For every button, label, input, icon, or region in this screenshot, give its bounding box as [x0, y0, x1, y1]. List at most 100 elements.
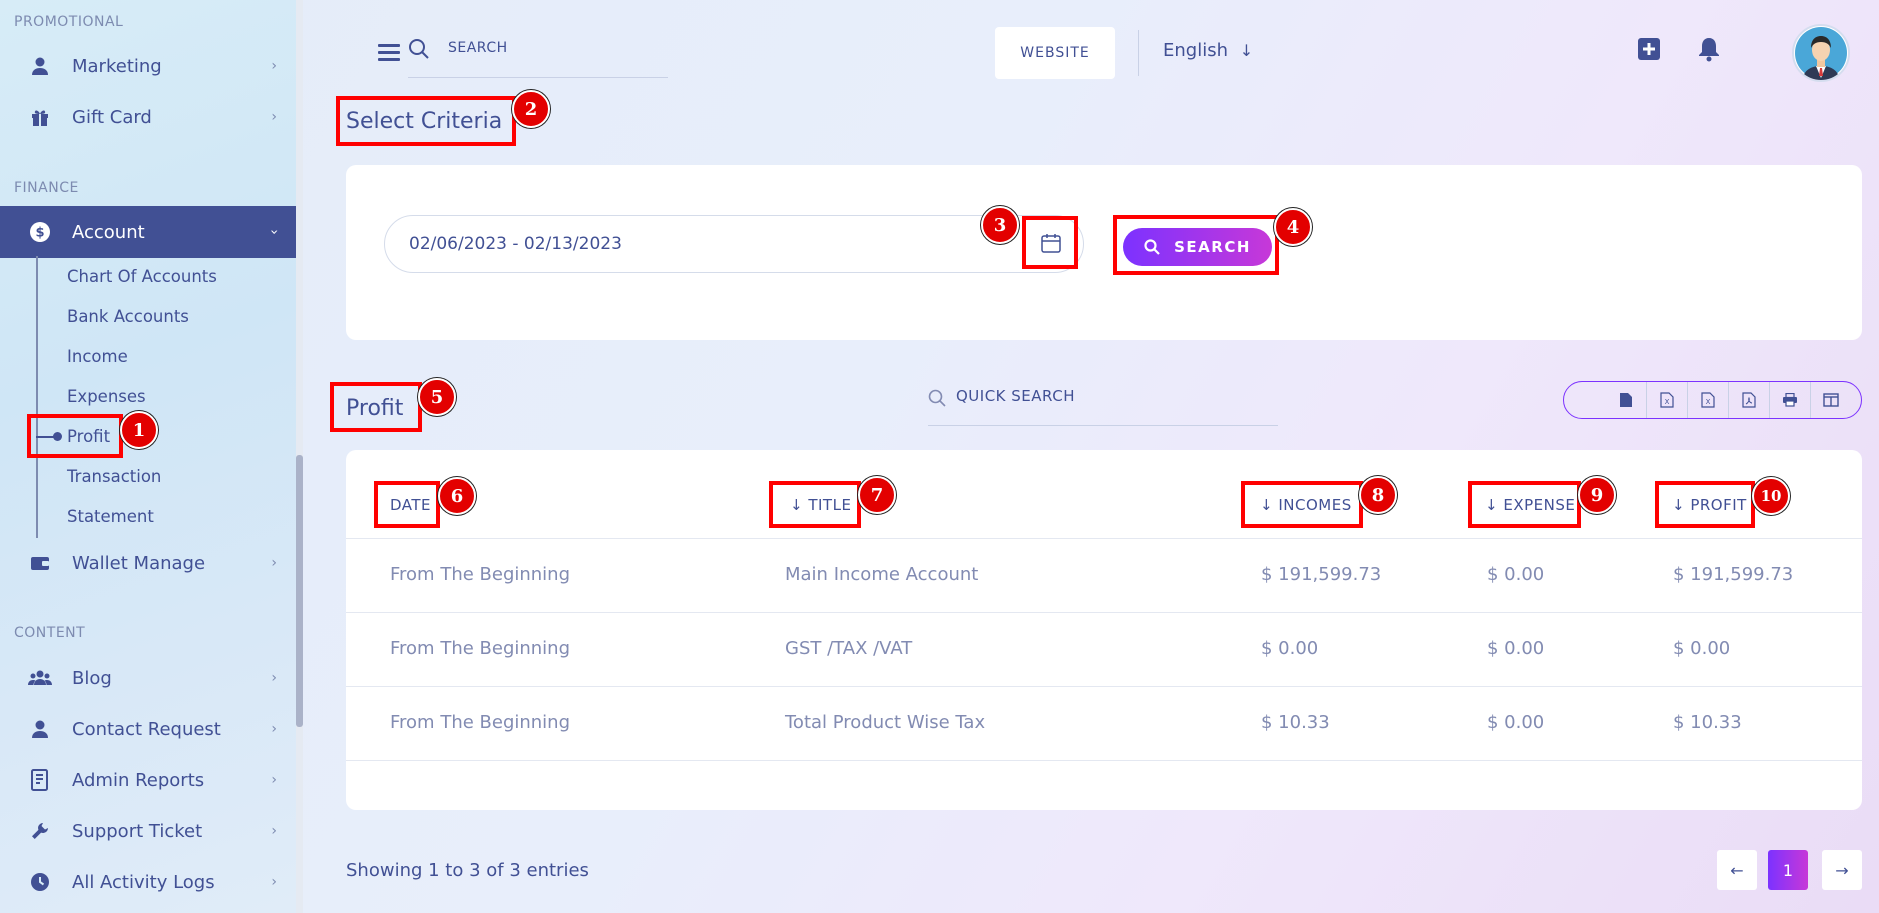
sidebar-item-blog[interactable]: Blog › [0, 654, 303, 702]
section-title-finance: FINANCE [14, 180, 79, 196]
entries-info: Showing 1 to 3 of 3 entries [346, 860, 589, 881]
annotation-box-5 [330, 382, 422, 432]
pdf-icon[interactable] [1728, 382, 1769, 418]
dollar-circle-icon: $ [28, 220, 52, 244]
cell-profit: $ 0.00 [1673, 638, 1731, 659]
sidebar-item-all-activity-logs[interactable]: All Activity Logs › [0, 858, 303, 906]
page-button-1[interactable]: 1 [1768, 850, 1808, 890]
cell-title: GST /TAX /VAT [785, 638, 913, 659]
sidebar-subitem-expenses[interactable]: Expenses [67, 387, 146, 406]
chevron-right-icon: › [271, 109, 277, 125]
excel-icon[interactable]: X [1646, 382, 1687, 418]
cell-title: Main Income Account [785, 564, 979, 585]
user-icon [28, 54, 52, 78]
search-icon [408, 38, 430, 64]
sidebar-item-label: Gift Card [72, 106, 152, 128]
sidebar-subitem-chart-of-accounts[interactable]: Chart Of Accounts [67, 267, 217, 286]
annotation-badge-7: 7 [858, 476, 896, 514]
annotation-badge-10: 10 [1752, 477, 1790, 515]
search-icon [928, 389, 946, 407]
top-search-bar [408, 30, 668, 78]
annotation-badge-8: 8 [1359, 476, 1397, 514]
sidebar-item-label: Contact Request [72, 718, 221, 740]
sidebar-item-marketing[interactable]: Marketing › [0, 42, 303, 90]
annotation-box-4 [1113, 215, 1279, 275]
submenu-line [36, 256, 38, 538]
svg-text:X: X [1665, 398, 1670, 406]
prev-page-button[interactable]: ← [1717, 850, 1757, 890]
export-button-group: X X [1563, 381, 1862, 419]
cell-profit: $ 191,599.73 [1673, 564, 1794, 585]
cell-date: From The Beginning [390, 564, 571, 585]
cell-date: From The Beginning [390, 712, 571, 733]
arrow-down-icon: ↓ [1239, 41, 1254, 60]
top-search-input[interactable] [448, 40, 658, 56]
language-selector[interactable]: English ↓ [1163, 40, 1253, 61]
date-range-field[interactable]: 02/06/2023 - 02/13/2023 [384, 215, 1084, 273]
chevron-right-icon: › [271, 58, 277, 74]
add-square-icon[interactable] [1637, 37, 1661, 65]
sidebar-item-admin-reports[interactable]: Admin Reports › [0, 756, 303, 804]
cell-expense: $ 0.00 [1487, 638, 1545, 659]
section-title-promotional: PROMOTIONAL [14, 14, 124, 30]
sidebar-item-contact-request[interactable]: Contact Request › [0, 705, 303, 753]
svg-text:$: $ [35, 226, 44, 241]
csv-icon[interactable]: X [1687, 382, 1728, 418]
sidebar-item-label: Wallet Manage [72, 552, 206, 574]
sidebar-item-label: Admin Reports [72, 769, 205, 791]
sidebar-item-gift-card[interactable]: Gift Card › [0, 93, 303, 141]
annotation-box-3 [1022, 216, 1078, 269]
website-button[interactable]: WEBSITE [995, 27, 1115, 79]
date-range-value: 02/06/2023 - 02/13/2023 [409, 234, 622, 254]
hamburger-menu-icon[interactable] [378, 44, 400, 61]
copy-icon[interactable] [1605, 382, 1646, 418]
sidebar-item-label: Marketing [72, 55, 162, 77]
sidebar-subitem-bank-accounts[interactable]: Bank Accounts [67, 307, 189, 326]
gift-icon [28, 105, 52, 129]
cell-date: From The Beginning [390, 638, 571, 659]
wallet-icon [28, 551, 52, 575]
chevron-right-icon: › [271, 823, 277, 839]
annotation-box-7 [769, 481, 861, 528]
cell-incomes: $ 0.00 [1261, 638, 1319, 659]
row-divider [346, 612, 1862, 613]
language-label: English [1163, 40, 1228, 61]
annotation-box-9 [1468, 481, 1581, 528]
chevron-right-icon: › [271, 670, 277, 686]
annotation-box-10 [1655, 481, 1755, 528]
sidebar-item-wallet-manage[interactable]: Wallet Manage › [0, 539, 303, 587]
sidebar-item-label: Support Ticket [72, 820, 203, 842]
cell-incomes: $ 191,599.73 [1261, 564, 1382, 585]
arrow-right-icon: → [1835, 860, 1849, 880]
annotation-badge-5: 5 [418, 378, 456, 416]
row-divider [346, 686, 1862, 687]
bell-icon[interactable] [1697, 36, 1721, 66]
sidebar-subitem-statement[interactable]: Statement [67, 507, 154, 526]
annotation-box-2 [336, 96, 516, 146]
sidebar-scrollbar-thumb[interactable] [296, 455, 303, 727]
row-divider [346, 538, 1862, 539]
sidebar-item-support-ticket[interactable]: Support Ticket › [0, 807, 303, 855]
chevron-right-icon: › [271, 555, 277, 571]
topbar-divider [1138, 30, 1139, 76]
columns-icon[interactable] [1810, 382, 1851, 418]
print-icon[interactable] [1769, 382, 1810, 418]
sidebar-subitem-transaction[interactable]: Transaction [67, 467, 161, 486]
sidebar-item-account[interactable]: $ Account › [0, 206, 303, 258]
user-avatar[interactable] [1792, 24, 1850, 82]
annotation-badge-6: 6 [438, 477, 476, 515]
annotation-box-1 [27, 414, 123, 458]
next-page-button[interactable]: → [1822, 850, 1862, 890]
sidebar-item-label: Account [72, 221, 145, 243]
cell-title: Total Product Wise Tax [785, 712, 986, 733]
annotation-badge-9: 9 [1578, 476, 1616, 514]
section-title-content: CONTENT [14, 625, 86, 641]
annotation-badge-3: 3 [981, 206, 1019, 244]
chevron-right-icon: › [271, 772, 277, 788]
annotation-box-6 [374, 481, 440, 528]
sidebar-subitem-income[interactable]: Income [67, 347, 128, 366]
quick-search-input[interactable] [956, 387, 1256, 405]
annotation-badge-4: 4 [1274, 208, 1312, 246]
wrench-icon [28, 819, 52, 843]
cell-expense: $ 0.00 [1487, 712, 1545, 733]
